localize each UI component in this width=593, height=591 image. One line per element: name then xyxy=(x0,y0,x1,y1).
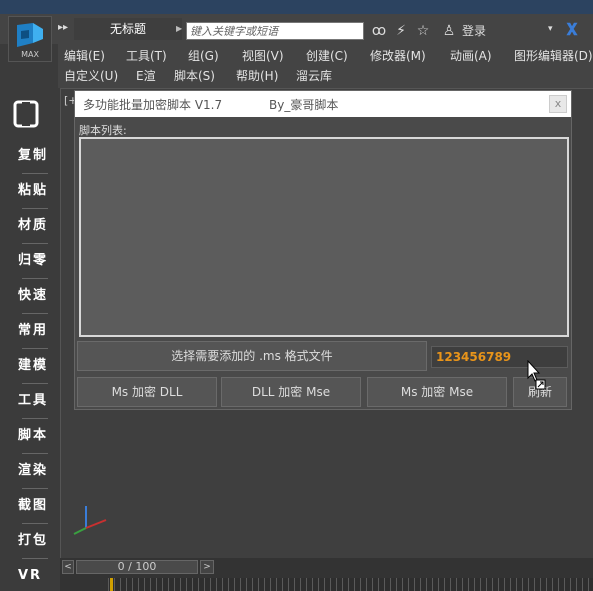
quick-access-expand-icon[interactable]: ▸▸ xyxy=(58,22,70,36)
menu-customize[interactable]: 自定义(U) xyxy=(64,66,118,86)
desktop-strip xyxy=(0,0,593,14)
sidebar-item-reset[interactable]: 归零 xyxy=(18,248,54,274)
sidebar-item-common[interactable]: 常用 xyxy=(18,318,54,344)
menu-group[interactable]: 组(G) xyxy=(188,46,219,66)
ms-encrypt-dll-button[interactable]: Ms 加密 DLL xyxy=(77,377,217,407)
timeline-prev-button[interactable]: < xyxy=(62,560,74,574)
sidebar-item-quick[interactable]: 快速 xyxy=(18,283,54,309)
sidebar-divider xyxy=(22,173,48,174)
menu-views[interactable]: 视图(V) xyxy=(242,46,284,66)
logo-text: MAX xyxy=(21,50,39,59)
menu-row-2: 自定义(U) E渲 脚本(S) 帮助(H) 溜云库 xyxy=(58,66,593,86)
close-button[interactable]: x xyxy=(549,95,567,113)
sidebar-divider xyxy=(22,313,48,314)
menu-modifiers[interactable]: 修改器(M) xyxy=(370,46,426,66)
search-field[interactable] xyxy=(186,22,364,40)
menu-animation[interactable]: 动画(A) xyxy=(450,46,492,66)
binoculars-icon[interactable]: ꚙ xyxy=(370,22,388,40)
password-field[interactable]: 123456789 xyxy=(431,346,568,368)
app-logo-button[interactable]: MAX xyxy=(8,16,52,62)
sidebar-divider xyxy=(22,208,48,209)
sidebar-item-script[interactable]: 脚本 xyxy=(18,423,54,449)
subscription-icon[interactable]: ⚡ xyxy=(392,22,410,40)
menu-create[interactable]: 创建(C) xyxy=(306,46,348,66)
sidebar-divider xyxy=(22,488,48,489)
mouse-cursor-icon xyxy=(527,360,546,390)
sidebar-divider xyxy=(22,418,48,419)
current-frame-marker xyxy=(110,578,113,591)
login-label[interactable]: 登录 xyxy=(462,22,486,40)
sidebar-item-copy[interactable]: 复制 xyxy=(18,143,54,169)
sidebar-divider xyxy=(22,278,48,279)
sidebar-divider xyxy=(22,243,48,244)
menu-scripting[interactable]: 脚本(S) xyxy=(174,66,215,86)
dll-encrypt-mse-button[interactable]: DLL 加密 Mse xyxy=(221,377,361,407)
dialog-title: 多功能批量加密脚本 V1.7 xyxy=(83,98,223,112)
sidebar-item-package[interactable]: 打包 xyxy=(18,528,54,554)
dialog-title-bar[interactable]: 多功能批量加密脚本 V1.7 By_豪哥脚本 x xyxy=(75,91,571,117)
time-slider[interactable]: 0 / 100 xyxy=(76,560,198,574)
chevron-down-icon[interactable]: ▾ xyxy=(548,24,553,34)
sidebar-item-tools[interactable]: 工具 xyxy=(18,388,54,414)
track-bar-start xyxy=(60,578,108,591)
help-x-icon[interactable]: 𝐗 xyxy=(562,20,582,40)
ms-encrypt-mse-button[interactable]: Ms 加密 Mse xyxy=(367,377,507,407)
search-input[interactable] xyxy=(187,23,363,39)
menu-liuyun-library[interactable]: 溜云库 xyxy=(296,66,332,86)
menu-row-1: 编辑(E) 工具(T) 组(G) 视图(V) 创建(C) 修改器(M) 动画(A… xyxy=(58,46,593,66)
sidebar-divider xyxy=(22,558,48,559)
menu-bar: 编辑(E) 工具(T) 组(G) 视图(V) 创建(C) 修改器(M) 动画(A… xyxy=(58,44,593,88)
menu-e-render[interactable]: E渲 xyxy=(136,66,156,86)
star-icon[interactable]: ☆ xyxy=(414,22,432,40)
3dsmax-window: MAX ▸▸ 无标题 ▶ ꚙ ⚡ ☆ ♙ 登录 ▾ 𝐗 编辑(E) 工具(T) … xyxy=(0,0,593,591)
sidebar-item-modeling[interactable]: 建模 xyxy=(18,353,54,379)
select-ms-file-button[interactable]: 选择需要添加的 .ms 格式文件 xyxy=(77,341,427,371)
sidebar-divider xyxy=(22,523,48,524)
sidebar-item-paste[interactable]: 粘贴 xyxy=(18,178,54,204)
track-bar[interactable] xyxy=(60,578,593,591)
sidebar-divider xyxy=(22,453,48,454)
sidebar-divider xyxy=(22,383,48,384)
sidebar-divider xyxy=(22,348,48,349)
toolbar-logo-icon xyxy=(13,100,39,128)
sidebar-item-render[interactable]: 渲染 xyxy=(18,458,54,484)
axis-gizmo-icon xyxy=(73,506,107,535)
timeline-next-button[interactable]: > xyxy=(200,560,214,574)
encryption-dialog: 多功能批量加密脚本 V1.7 By_豪哥脚本 x 脚本列表: 选择需要添加的 .… xyxy=(74,90,572,410)
menu-edit[interactable]: 编辑(E) xyxy=(64,46,105,66)
script-listbox[interactable] xyxy=(79,137,569,337)
sidebar-item-screenshot[interactable]: 截图 xyxy=(18,493,54,519)
sidebar-item-material[interactable]: 材质 xyxy=(18,213,54,239)
menu-graph-editors[interactable]: 图形编辑器(D) xyxy=(514,46,593,66)
dialog-author: By_豪哥脚本 xyxy=(269,98,339,112)
search-expand-icon[interactable]: ▶ xyxy=(176,24,184,34)
script-list-label: 脚本列表: xyxy=(79,124,127,137)
menu-tools[interactable]: 工具(T) xyxy=(126,46,167,66)
menu-help[interactable]: 帮助(H) xyxy=(236,66,278,86)
max-logo-icon xyxy=(17,23,43,47)
user-icon[interactable]: ♙ xyxy=(440,22,458,40)
sidebar-item-vr[interactable]: VR xyxy=(18,563,54,589)
document-title: 无标题 xyxy=(74,18,182,40)
